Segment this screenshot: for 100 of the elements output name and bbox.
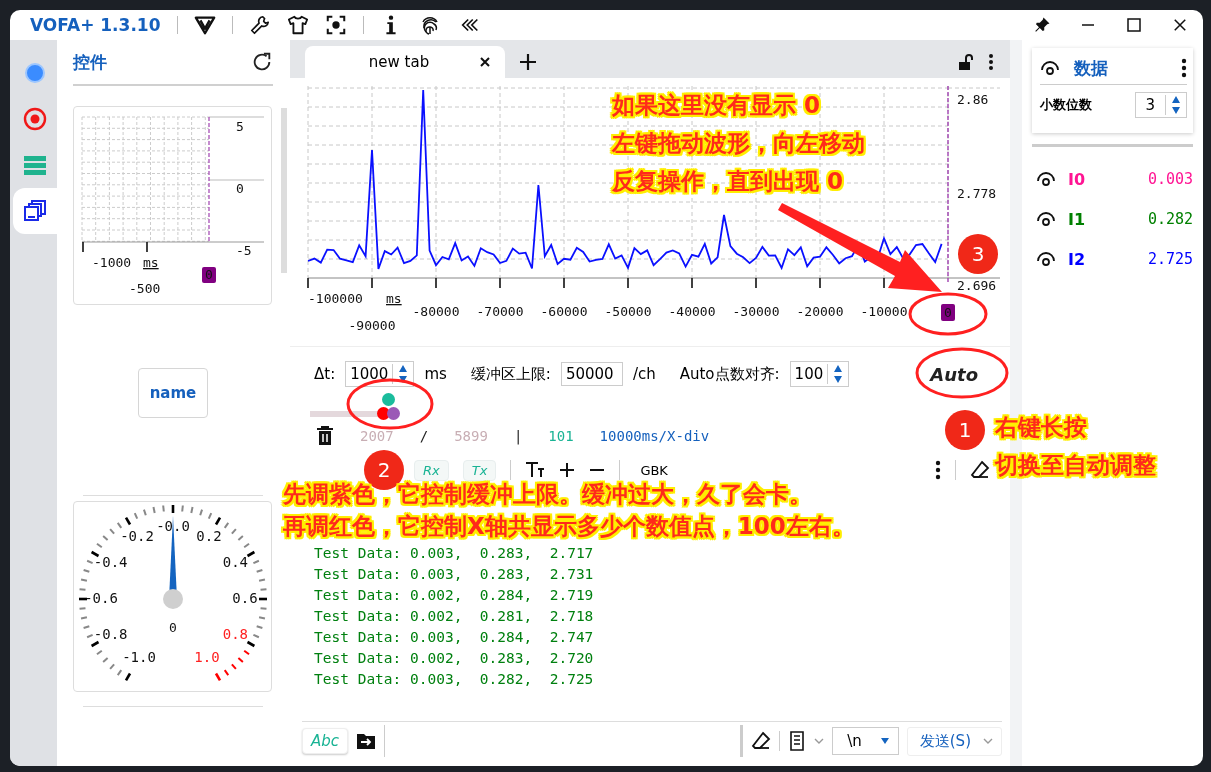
separator-text: | — [513, 428, 523, 444]
more-icon[interactable] — [935, 460, 941, 480]
eye-icon[interactable] — [1036, 211, 1056, 227]
record-icon — [22, 106, 48, 132]
annotation-text: 右键长按 — [995, 413, 1087, 442]
log-line: Test Data: 0.003, 0.283, 2.731 — [314, 565, 594, 584]
interval-spinbox[interactable]: 1000 — [345, 361, 415, 387]
eye-icon[interactable] — [1040, 60, 1060, 76]
caret-icon — [879, 737, 890, 745]
axis-label: 2.86 — [957, 92, 989, 107]
eraser-icon[interactable] — [751, 731, 772, 751]
axis-label: -10000 — [860, 304, 908, 319]
encoding-button[interactable]: GBK — [634, 461, 674, 479]
close-icon[interactable] — [479, 56, 492, 68]
channel-value: 0.003 — [1148, 170, 1194, 188]
annotation-text: 如果这里没有显示 0 — [612, 91, 820, 120]
cursor-badge: 0 — [202, 267, 216, 283]
unlocked-padlock-icon[interactable] — [958, 54, 974, 70]
wrench-icon[interactable] — [248, 14, 271, 36]
eraser-icon[interactable] — [970, 460, 990, 480]
circle-icon — [23, 61, 47, 85]
add-tab-icon[interactable] — [519, 53, 537, 71]
windows-icon — [23, 199, 47, 223]
auto-button[interactable]: Auto — [924, 362, 984, 386]
unit-label: /ch — [632, 365, 656, 383]
log-line: Test Data: 0.002, 0.281, 2.718 — [314, 607, 594, 626]
annotation-text: 切换至自动调整 — [995, 451, 1156, 480]
gauge-label: 0.6 — [232, 590, 258, 606]
caret-icon — [983, 737, 993, 745]
log-line: Test Data: 0.003, 0.282, 2.725 — [314, 670, 594, 689]
log-line: Test Data: 0.002, 0.284, 2.719 — [314, 586, 594, 605]
app-title: VOFA+ 1.3.10 — [30, 15, 161, 35]
needle-hub — [163, 589, 183, 609]
shirt-icon[interactable] — [286, 14, 309, 36]
send-input-field[interactable] — [384, 725, 744, 757]
points-count: 101 — [548, 428, 574, 444]
log-line: Test Data: 0.003, 0.283, 2.717 — [314, 544, 594, 563]
axis-label: -40000 — [668, 304, 716, 319]
more-icon[interactable] — [988, 53, 994, 71]
document-tab[interactable]: new tab — [305, 46, 505, 78]
channel-name: I0 — [1068, 169, 1087, 189]
points-spinbox[interactable]: 100 — [789, 361, 850, 387]
trash-icon[interactable] — [316, 426, 334, 446]
document-icon[interactable] — [788, 731, 807, 751]
annotation-text: 再调红色，它控制X轴共显示多少个数值点，100左右。 — [283, 512, 855, 541]
slider-thumb[interactable] — [387, 407, 401, 420]
axis-label: 2.696 — [957, 278, 997, 293]
axis-label: 2.778 — [957, 186, 997, 201]
folder-arrow-icon[interactable] — [356, 732, 377, 750]
panel-title: 数据 — [1074, 56, 1108, 80]
axis-ticks — [82, 241, 148, 253]
more-icon[interactable] — [1181, 58, 1188, 78]
caret-icon[interactable] — [814, 737, 825, 745]
received-count: 2007 — [360, 428, 394, 444]
channel-name: I1 — [1068, 209, 1087, 229]
slider-thumb[interactable] — [382, 393, 396, 406]
gauge-label: 0.4 — [222, 554, 248, 570]
axis-label: -70000 — [476, 304, 524, 319]
focus-frame-icon[interactable] — [324, 14, 347, 36]
annotation-text: 反复操作，直到出现 0 — [612, 167, 843, 196]
axis-unit: ms — [143, 255, 159, 270]
axis-unit: ms — [386, 291, 402, 306]
axis-label: -30000 — [732, 304, 780, 319]
name-button[interactable]: name — [138, 368, 208, 418]
axis-label: -5 — [236, 243, 252, 258]
gauge-label: 0.2 — [196, 527, 222, 544]
close-icon[interactable] — [1171, 16, 1189, 34]
list-icon — [23, 153, 47, 177]
log-line: Test Data: 0.002, 0.283, 2.720 — [314, 649, 594, 668]
eye-icon[interactable] — [1036, 171, 1056, 187]
decimals-spinbox[interactable]: 3 — [1134, 92, 1188, 118]
plus-icon[interactable] — [559, 462, 576, 478]
v-logo-icon[interactable] — [193, 14, 216, 36]
eye-icon[interactable] — [1036, 251, 1056, 267]
annotation-text: 左键拖动波形，向左移动 — [612, 129, 865, 158]
line-ending-select[interactable]: \n — [832, 727, 899, 755]
refresh-icon[interactable] — [251, 51, 273, 73]
gauge-label: -0.8 — [93, 626, 128, 642]
field-label: Auto点数对齐: — [679, 364, 780, 384]
gauge-label: -0.6 — [84, 590, 118, 606]
unit-label: ms — [424, 365, 447, 383]
gauge-label: -0.2 — [120, 527, 154, 544]
axis-label: -50000 — [604, 304, 652, 319]
send-button[interactable]: 发送(S) — [906, 726, 1002, 756]
axis-label: -500 — [129, 281, 161, 296]
rail-tab[interactable] — [13, 188, 57, 234]
axis-label: -20000 — [796, 304, 844, 319]
pin-icon[interactable] — [1033, 16, 1051, 34]
time-scale: 10000ms/X-div — [599, 428, 710, 444]
separator-text: / — [419, 428, 429, 444]
total-count: 5899 — [454, 428, 488, 444]
axis-label: 5 — [236, 119, 244, 134]
buffer-limit-field[interactable]: 50000 — [560, 362, 623, 386]
field-label: Δt: — [314, 365, 336, 383]
log-line: Test Data: 0.003, 0.284, 2.747 — [314, 628, 594, 647]
text-format-icon[interactable] — [525, 460, 546, 480]
maximize-icon[interactable] — [1125, 16, 1143, 34]
channel-value: 0.282 — [1148, 210, 1194, 228]
axis-label: -60000 — [540, 304, 588, 319]
axis-label: -80000 — [412, 304, 460, 319]
